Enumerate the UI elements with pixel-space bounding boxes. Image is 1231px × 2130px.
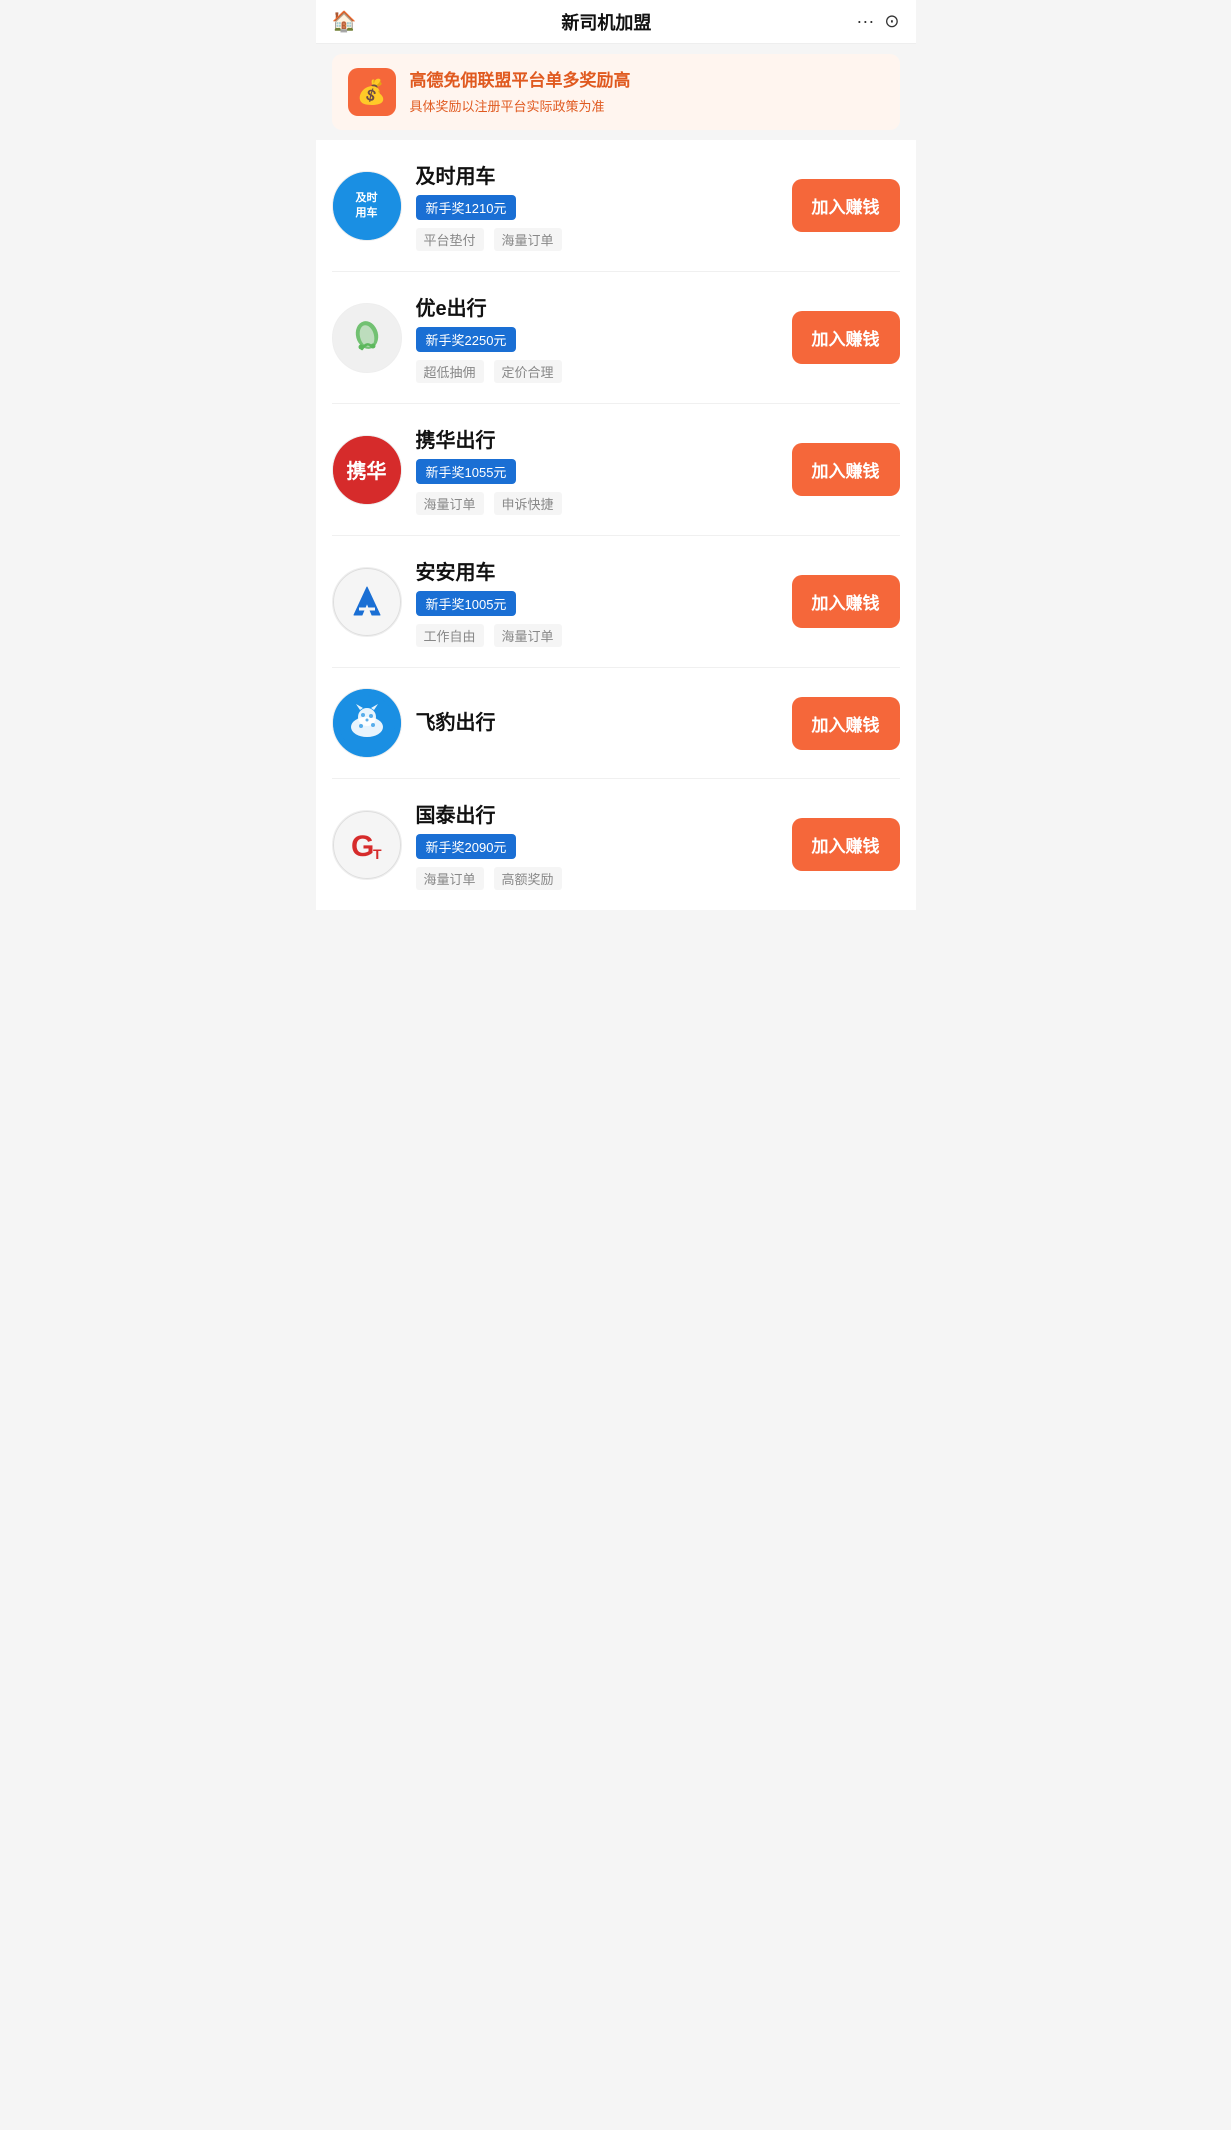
svg-text:G: G [351, 830, 374, 863]
platform-logo [332, 688, 402, 758]
card-tags: 海量订单申诉快捷 [416, 492, 778, 515]
scan-icon[interactable]: ⊙ [884, 11, 899, 32]
platform-logo: G T [332, 810, 402, 880]
banner-title: 高德免佣联盟平台单多奖励高 [410, 69, 631, 93]
list-item: 优e出行 新手奖2250元 超低抽佣定价合理 加入赚钱 [332, 272, 900, 404]
card-tags: 海量订单高额奖励 [416, 867, 778, 890]
platform-info: 携华出行 新手奖1055元 海量订单申诉快捷 [416, 424, 778, 515]
reward-badge: 新手奖1055元 [416, 459, 517, 484]
more-icon[interactable]: ··· [856, 11, 874, 32]
platform-name: 携华出行 [416, 424, 778, 453]
platform-info: 及时用车 新手奖1210元 平台垫付海量订单 [416, 160, 778, 251]
card-tags: 平台垫付海量订单 [416, 228, 778, 251]
platform-name: 及时用车 [416, 160, 778, 189]
join-button[interactable]: 加入赚钱 [792, 443, 900, 496]
platform-logo: 及时用车 [332, 171, 402, 241]
tag: 海量订单 [416, 867, 484, 890]
platform-info: 国泰出行 新手奖2090元 海量订单高额奖励 [416, 799, 778, 890]
banner-icon: 💰 [348, 68, 396, 116]
list-item: 携华 携华出行 新手奖1055元 海量订单申诉快捷 加入赚钱 [332, 404, 900, 536]
join-button[interactable]: 加入赚钱 [792, 697, 900, 750]
list-item: 安安用车 新手奖1005元 工作自由海量订单 加入赚钱 [332, 536, 900, 668]
tag: 工作自由 [416, 624, 484, 647]
card-tags: 工作自由海量订单 [416, 624, 778, 647]
reward-badge: 新手奖1210元 [416, 195, 517, 220]
platform-logo: 携华 [332, 435, 402, 505]
reward-badge: 新手奖2250元 [416, 327, 517, 352]
nav-bar: 🏠 新司机加盟 ··· ⊙ [316, 0, 916, 44]
tag: 海量订单 [494, 228, 562, 251]
svg-text:T: T [373, 846, 382, 862]
platform-name: 国泰出行 [416, 799, 778, 828]
platform-info: 安安用车 新手奖1005元 工作自由海量订单 [416, 556, 778, 647]
list-item: 飞豹出行 加入赚钱 [332, 668, 900, 779]
join-button[interactable]: 加入赚钱 [792, 575, 900, 628]
list-item: G T 国泰出行 新手奖2090元 海量订单高额奖励 加入赚钱 [332, 779, 900, 910]
tag: 申诉快捷 [494, 492, 562, 515]
join-button[interactable]: 加入赚钱 [792, 818, 900, 871]
tag: 海量订单 [416, 492, 484, 515]
card-tags: 超低抽佣定价合理 [416, 360, 778, 383]
tag: 超低抽佣 [416, 360, 484, 383]
banner-text: 高德免佣联盟平台单多奖励高 具体奖励以注册平台实际政策为准 [410, 69, 631, 115]
tag: 平台垫付 [416, 228, 484, 251]
reward-badge: 新手奖2090元 [416, 834, 517, 859]
page-title: 新司机加盟 [561, 9, 651, 35]
tag: 海量订单 [494, 624, 562, 647]
platform-logo [332, 303, 402, 373]
banner-subtitle: 具体奖励以注册平台实际政策为准 [410, 96, 631, 115]
platform-name: 优e出行 [416, 292, 778, 321]
platform-name: 安安用车 [416, 556, 778, 585]
tag: 高额奖励 [494, 867, 562, 890]
platform-name: 飞豹出行 [416, 706, 778, 735]
platform-info: 优e出行 新手奖2250元 超低抽佣定价合理 [416, 292, 778, 383]
header-actions: ··· ⊙ [856, 11, 899, 32]
join-button[interactable]: 加入赚钱 [792, 311, 900, 364]
tag: 定价合理 [494, 360, 562, 383]
platform-list: 及时用车 及时用车 新手奖1210元 平台垫付海量订单 加入赚钱 优e出行 新手… [316, 140, 916, 910]
platform-logo [332, 567, 402, 637]
promo-banner[interactable]: 💰 高德免佣联盟平台单多奖励高 具体奖励以注册平台实际政策为准 [332, 54, 900, 130]
reward-badge: 新手奖1005元 [416, 591, 517, 616]
home-icon[interactable]: 🏠 [332, 9, 357, 34]
join-button[interactable]: 加入赚钱 [792, 179, 900, 232]
list-item: 及时用车 及时用车 新手奖1210元 平台垫付海量订单 加入赚钱 [332, 140, 900, 272]
platform-info: 飞豹出行 [416, 706, 778, 741]
